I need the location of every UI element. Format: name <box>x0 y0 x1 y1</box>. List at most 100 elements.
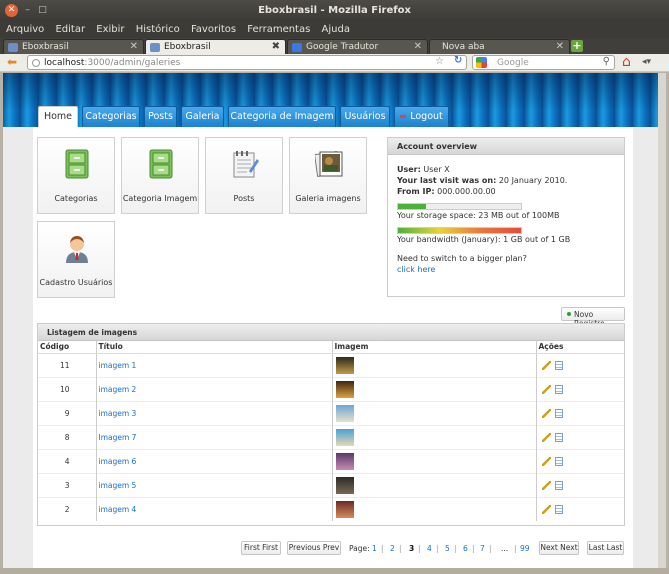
browser-tab-3[interactable]: Google Tradutor ✕ <box>287 39 428 54</box>
page-separator: | <box>514 544 517 553</box>
nav-tab-usuarios[interactable]: Usuários <box>340 106 390 127</box>
image-thumbnail[interactable] <box>335 452 354 470</box>
nav-tab-galeria[interactable]: Galeria <box>181 106 224 127</box>
cell-titulo-link[interactable]: imagem 4 <box>95 496 332 521</box>
cell-titulo-link[interactable]: imagem 2 <box>95 376 332 401</box>
tile-categoria-imagem[interactable]: Categoria Imagem <box>121 137 199 214</box>
menu-favoritos[interactable]: Favoritos <box>188 22 239 35</box>
cell-imagem <box>331 400 536 425</box>
details-document-icon[interactable] <box>554 432 563 442</box>
cell-titulo-link[interactable]: Imagem 7 <box>95 424 332 449</box>
cell-titulo-link[interactable]: imagem 5 <box>95 472 332 497</box>
tile-categorias[interactable]: Categorias <box>37 137 115 214</box>
page-favicon-icon <box>150 43 160 52</box>
previous-page-button[interactable]: Previous Prev <box>287 541 341 555</box>
reload-icon[interactable]: ↻ <box>454 55 462 66</box>
storage-progress-bar <box>397 203 522 210</box>
search-input[interactable]: Google ⚲ <box>472 55 615 70</box>
page-link-3: 3 <box>409 544 415 553</box>
column-header-titulo[interactable]: Título <box>95 341 332 354</box>
next-page-button[interactable]: Next Next <box>539 541 579 555</box>
extension-icon[interactable]: ◂▾ <box>642 57 651 67</box>
details-document-icon[interactable] <box>554 408 563 418</box>
cell-acoes <box>535 424 624 449</box>
edit-pencil-icon[interactable] <box>541 384 551 394</box>
browser-tab-1[interactable]: Eboxbrasil ✕ <box>3 39 144 54</box>
cell-titulo-link[interactable]: imagem 1 <box>95 352 332 377</box>
image-thumbnail[interactable] <box>335 380 354 398</box>
cell-codigo: 4 <box>38 448 96 473</box>
image-thumbnail[interactable] <box>335 428 354 446</box>
edit-pencil-icon[interactable] <box>541 456 551 466</box>
close-icon[interactable]: ✕ <box>556 41 564 52</box>
cell-titulo-link[interactable]: imagem 3 <box>95 400 332 425</box>
details-document-icon[interactable] <box>554 384 563 394</box>
ip-value: 000.000.00.00 <box>437 187 496 196</box>
tile-label: Categorias <box>54 194 98 203</box>
page-scrollbar[interactable] <box>658 73 666 568</box>
back-arrow-icon[interactable]: ⬅ <box>7 56 17 68</box>
menu-historico[interactable]: Histórico <box>133 22 183 35</box>
page-link-5[interactable]: 5 <box>445 544 450 553</box>
new-tab-button[interactable]: + <box>571 40 583 52</box>
details-document-icon[interactable] <box>554 480 563 490</box>
edit-pencil-icon[interactable] <box>541 480 551 490</box>
details-document-icon[interactable] <box>554 456 563 466</box>
column-header-codigo[interactable]: Código <box>38 341 96 354</box>
close-icon[interactable]: ✖ <box>272 41 280 52</box>
menu-exibir[interactable]: Exibir <box>93 22 127 35</box>
menu-ferramentas[interactable]: Ferramentas <box>244 22 313 35</box>
bookmark-star-icon[interactable]: ☆ <box>435 56 444 67</box>
tile-posts[interactable]: Posts <box>205 137 283 214</box>
page-link-7[interactable]: 7 <box>480 544 485 553</box>
upgrade-text: Need to switch to a bigger plan? <box>397 254 527 263</box>
click-here-link[interactable]: click here <box>397 265 435 274</box>
tile-cadastro-usuarios[interactable]: Cadastro Usuários <box>37 221 115 298</box>
menu-ajuda[interactable]: Ajuda <box>319 22 353 35</box>
edit-pencil-icon[interactable] <box>541 360 551 370</box>
image-thumbnail[interactable] <box>335 404 354 422</box>
tile-galeria-imagens[interactable]: Galeria imagens <box>289 137 367 214</box>
cell-codigo: 9 <box>38 400 96 425</box>
page-link-2[interactable]: 2 <box>390 544 395 553</box>
photos-icon <box>315 151 343 177</box>
storage-text: Your storage space: 23 MB out of 100MB <box>397 211 560 220</box>
image-thumbnail[interactable] <box>335 476 354 494</box>
page-link-99[interactable]: 99 <box>520 544 530 553</box>
edit-pencil-icon[interactable] <box>541 432 551 442</box>
page-link-6[interactable]: 6 <box>463 544 468 553</box>
account-overview-panel: Account overview User: User X Your last … <box>387 137 625 297</box>
new-record-button[interactable]: Novo Registro <box>561 307 625 328</box>
last-page-button[interactable]: Last Last <box>587 541 624 555</box>
search-icon[interactable]: ⚲ <box>603 56 610 67</box>
table-row: 3 imagem 5 <box>38 472 624 497</box>
nav-tab-posts[interactable]: Posts <box>144 106 177 127</box>
nav-tab-categorias[interactable]: Categorias <box>82 106 140 127</box>
page-link-4[interactable]: 4 <box>427 544 432 553</box>
address-bar[interactable]: localhost:3000/admin/galeries <box>27 55 467 70</box>
page-link-1[interactable]: 1 <box>372 544 377 553</box>
first-page-button[interactable]: First First <box>241 541 281 555</box>
image-thumbnail[interactable] <box>335 356 354 374</box>
nav-tab-home[interactable]: Home <box>38 106 78 127</box>
cell-codigo: 3 <box>38 472 96 497</box>
details-document-icon[interactable] <box>554 505 563 514</box>
browser-tab-2[interactable]: Eboxbrasil ✖ <box>145 39 286 54</box>
nav-tab-logout[interactable]: Logout <box>394 106 449 127</box>
browser-tab-4[interactable]: Nova aba ✕ <box>429 39 570 54</box>
menu-editar[interactable]: Editar <box>52 22 88 35</box>
browser-tab-label: Nova aba <box>442 42 485 52</box>
home-icon[interactable]: ⌂ <box>622 54 631 70</box>
cell-titulo-link[interactable]: imagem 6 <box>95 448 332 473</box>
nav-tab-categoria-imagem[interactable]: Categoria de Imagem <box>228 106 336 127</box>
column-header-imagem[interactable]: Imagem <box>331 341 536 354</box>
close-icon[interactable]: ✕ <box>130 41 138 52</box>
column-header-acoes[interactable]: Ações <box>535 341 624 354</box>
image-thumbnail[interactable] <box>335 500 354 518</box>
close-icon[interactable]: ✕ <box>414 41 422 52</box>
menu-arquivo[interactable]: Arquivo <box>3 22 47 35</box>
cell-codigo: 8 <box>38 424 96 449</box>
edit-pencil-icon[interactable] <box>541 505 551 514</box>
details-document-icon[interactable] <box>554 360 563 370</box>
edit-pencil-icon[interactable] <box>541 408 551 418</box>
